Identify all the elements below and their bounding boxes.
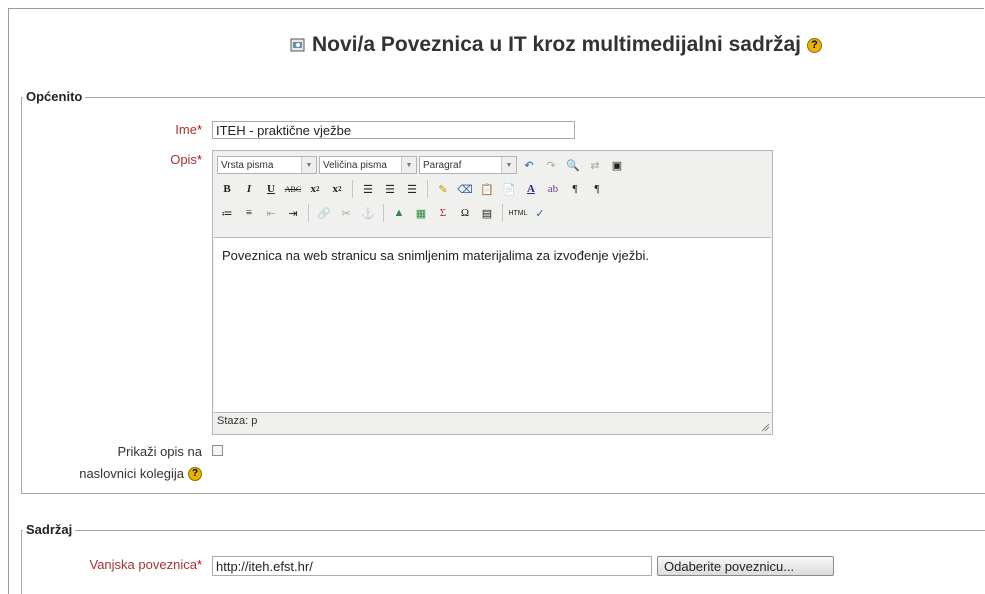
italic-icon[interactable]: I (239, 179, 259, 199)
show-description-label: Prikaži opis na naslovnici kolegija ? (79, 444, 202, 481)
strikethrough-icon[interactable]: ABC (283, 179, 303, 199)
unlink-icon[interactable]: ✂ (336, 203, 356, 223)
editor-toolbar-row-3: ≔ ≡ ⇤ ⇥ 🔗 ✂ ⚓ ▲ ▦ Σ Ω ▤ HTML ✓ (217, 202, 550, 224)
url-module-icon (290, 38, 305, 52)
toolbar-separator (427, 180, 428, 198)
align-left-icon[interactable]: ☰ (358, 179, 378, 199)
editor-content-area[interactable]: Poveznica na web stranicu sa snimljenim … (214, 237, 771, 413)
underline-icon[interactable]: U (261, 179, 281, 199)
rich-text-editor: Vrsta pisma ▼ Veličina pisma ▼ Paragraf ▼ ↶… (212, 150, 773, 435)
remove-format-icon[interactable]: ⌫ (455, 179, 475, 199)
description-label: Opis* (170, 152, 202, 167)
help-icon[interactable]: ? (806, 37, 822, 53)
redo-icon[interactable]: ↷ (541, 155, 561, 175)
general-legend: Općenito (23, 89, 86, 104)
ltr-icon[interactable]: ¶ (565, 179, 585, 199)
clean-up-icon[interactable]: ✎ (433, 179, 453, 199)
bullet-list-icon[interactable]: ≔ (217, 203, 237, 223)
name-field[interactable] (212, 121, 575, 139)
html-source-icon[interactable]: HTML (508, 203, 528, 223)
page-title-text: Novi/a Poveznica u IT kroz multimedijaln… (312, 33, 801, 56)
toolbar-separator (352, 180, 353, 198)
page-title: Novi/a Poveznica u IT kroz multimedijaln… (290, 33, 822, 57)
help-icon[interactable]: ? (188, 467, 202, 481)
font-family-select[interactable]: Vrsta pisma ▼ (217, 156, 317, 174)
toolbar-separator (383, 204, 384, 222)
bold-icon[interactable]: B (217, 179, 237, 199)
anchor-icon[interactable]: ⚓ (358, 203, 378, 223)
format-select[interactable]: Paragraf ▼ (419, 156, 517, 174)
outdent-icon[interactable]: ⇤ (261, 203, 281, 223)
find-replace-icon[interactable]: ⇄ (585, 155, 605, 175)
text-color-icon[interactable]: A (521, 179, 541, 199)
link-icon[interactable]: 🔗 (314, 203, 334, 223)
editor-content-text: Poveznica na web stranicu sa snimljenim … (222, 248, 650, 263)
toolbar-separator (502, 204, 503, 222)
special-char-icon[interactable]: Ω (455, 203, 475, 223)
fullscreen-icon[interactable]: ▣ (607, 155, 627, 175)
content-legend: Sadržaj (23, 522, 76, 537)
align-center-icon[interactable]: ☰ (380, 179, 400, 199)
font-size-select[interactable]: Veličina pisma ▼ (319, 156, 417, 174)
choose-link-button[interactable]: Odaberite poveznicu... (657, 556, 834, 576)
editor-status-path: Staza: p (217, 415, 258, 427)
external-url-field[interactable] (212, 556, 652, 576)
media-icon[interactable]: ▦ (411, 203, 431, 223)
external-url-label: Vanjska poveznica* (89, 557, 203, 572)
align-right-icon[interactable]: ☰ (402, 179, 422, 199)
insert-table-icon[interactable]: ▤ (477, 203, 497, 223)
subscript-icon[interactable]: x2 (305, 179, 325, 199)
editor-toolbar-row-1: Vrsta pisma ▼ Veličina pisma ▼ Paragraf ▼ ↶… (217, 154, 627, 176)
highlight-color-icon[interactable]: ab (543, 179, 563, 199)
indent-icon[interactable]: ⇥ (283, 203, 303, 223)
resize-grip-icon[interactable] (760, 422, 770, 432)
show-description-checkbox[interactable] (212, 445, 223, 456)
paste-word-icon[interactable]: 📄 (499, 179, 519, 199)
image-icon[interactable]: ▲ (389, 203, 409, 223)
undo-icon[interactable]: ↶ (519, 155, 539, 175)
find-icon[interactable]: 🔍 (563, 155, 583, 175)
paste-text-icon[interactable]: 📋 (477, 179, 497, 199)
toolbar-separator (308, 204, 309, 222)
editor-toolbar-row-2: B I U ABC x2 x2 ☰ ☰ ☰ ✎ ⌫ 📋 📄 A ab ¶ ¶ (217, 178, 607, 200)
numbered-list-icon[interactable]: ≡ (239, 203, 259, 223)
rtl-icon[interactable]: ¶ (587, 179, 607, 199)
name-label: Ime* (175, 122, 202, 137)
equation-icon[interactable]: Σ (433, 203, 453, 223)
superscript-icon[interactable]: x2 (327, 179, 347, 199)
spellcheck-icon[interactable]: ✓ (530, 203, 550, 223)
